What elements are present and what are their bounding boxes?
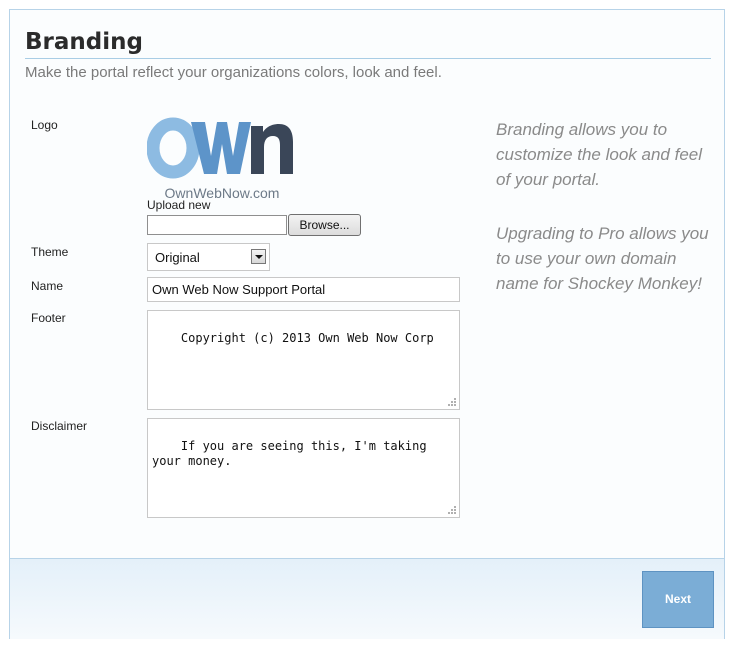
disclaimer-label: Disclaimer xyxy=(31,419,88,433)
resize-grip-icon[interactable] xyxy=(447,397,457,407)
branding-panel: Branding Make the portal reflect your or… xyxy=(9,9,725,639)
portal-name-input[interactable]: Own Web Now Support Portal xyxy=(147,277,460,302)
browse-button[interactable]: Browse... xyxy=(288,214,361,236)
logo-letter-n xyxy=(251,124,293,174)
wizard-footer-bar xyxy=(10,558,724,639)
footer-label: Footer xyxy=(31,311,66,325)
next-button[interactable]: Next xyxy=(642,571,714,628)
page-title: Branding xyxy=(25,29,143,55)
page-subtitle: Make the portal reflect your organizatio… xyxy=(25,64,442,81)
upload-new-label: Upload new xyxy=(147,198,211,212)
theme-select[interactable]: Original xyxy=(147,243,270,271)
title-divider xyxy=(25,58,711,59)
footer-text: Copyright (c) 2013 Own Web Now Corp xyxy=(180,331,434,345)
resize-grip-icon[interactable] xyxy=(447,505,457,515)
upgrade-help-text: Upgrading to Pro allows you to use your … xyxy=(496,224,709,293)
footer-textarea[interactable]: Copyright (c) 2013 Own Web Now Corp xyxy=(147,310,460,410)
logo-letter-w xyxy=(191,122,251,174)
logo-file-input[interactable] xyxy=(147,215,287,235)
disclaimer-textarea[interactable]: If you are seeing this, I'm taking your … xyxy=(147,418,460,518)
ownwebnow-logo: OwnWebNow.com xyxy=(147,117,293,201)
name-label: Name xyxy=(31,279,64,293)
theme-label: Theme xyxy=(31,245,69,259)
chevron-down-icon[interactable] xyxy=(251,249,266,264)
branding-help-text: Branding allows you to customize the loo… xyxy=(496,120,703,189)
logo-letter-o xyxy=(147,117,200,179)
disclaimer-text: If you are seeing this, I'm taking your … xyxy=(152,439,427,468)
logo-label: Logo xyxy=(31,118,58,132)
theme-selected-value: Original xyxy=(155,250,200,265)
